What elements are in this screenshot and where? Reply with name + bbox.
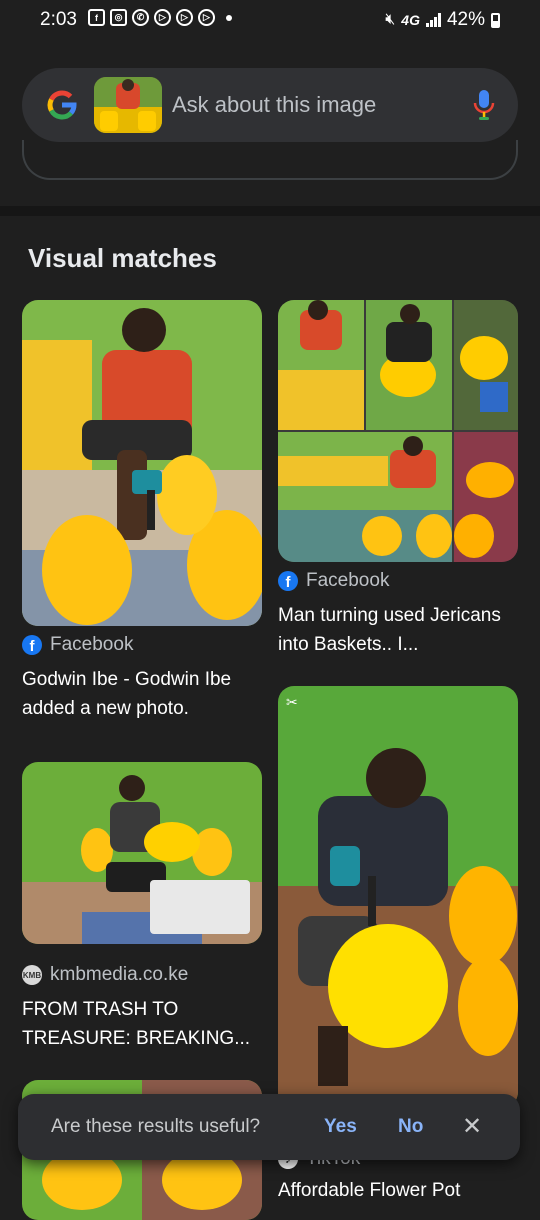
feedback-question: Are these results useful? — [51, 1116, 261, 1137]
section-title: Visual matches — [28, 243, 217, 273]
result-source-label: Facebook — [306, 570, 390, 591]
query-image-thumbnail[interactable] — [94, 77, 162, 133]
result-source-2[interactable]: f Facebook — [278, 570, 389, 592]
result-source-label: Facebook — [50, 634, 134, 655]
instagram-notification-icon: ◎ — [110, 9, 127, 26]
section-divider — [0, 206, 540, 216]
status-right: 🔇︎ 4G 42% — [385, 9, 500, 31]
result-image-2[interactable] — [278, 300, 518, 562]
battery-icon — [491, 12, 500, 28]
network-type: 4G — [401, 12, 420, 28]
play-notification-icon-3: ▷ — [198, 9, 215, 26]
result-title-2[interactable]: Man turning used Jericans into Baskets..… — [278, 601, 522, 659]
feedback-snackbar: Are these results useful? Yes No ✕ — [18, 1094, 520, 1160]
play-notification-icon-2: ▷ — [176, 9, 193, 26]
facebook-icon: f — [22, 635, 42, 655]
edit-icon: ✂ — [286, 694, 298, 710]
signal-icon — [425, 13, 441, 27]
play-notification-icon: ▷ — [154, 9, 171, 26]
notification-icons: f ◎ ✆ ▷ ▷ ▷ — [88, 9, 232, 26]
close-icon[interactable]: ✕ — [462, 1112, 482, 1141]
kmbmedia-icon: KMB — [22, 965, 42, 985]
facebook-notification-icon: f — [88, 9, 105, 26]
lens-panel-edge — [22, 140, 518, 180]
mute-icon: 🔇︎ — [385, 11, 396, 28]
result-image-3[interactable] — [22, 762, 262, 944]
search-bar[interactable]: Ask about this image — [22, 68, 518, 142]
more-notifications-dot-icon — [226, 14, 232, 21]
status-bar: 2:03 f ◎ ✆ ▷ ▷ ▷ 🔇︎ 4G 42% — [0, 0, 540, 40]
result-source-1[interactable]: f Facebook — [22, 634, 133, 656]
status-time: 2:03 — [40, 9, 77, 30]
google-logo-icon — [47, 90, 77, 120]
result-image-4[interactable]: ✂ — [278, 686, 518, 1108]
facebook-icon: f — [278, 571, 298, 591]
whatsapp-notification-icon: ✆ — [132, 9, 149, 26]
search-input[interactable]: Ask about this image — [172, 92, 376, 118]
result-source-label: kmbmedia.co.ke — [50, 964, 189, 985]
feedback-no-button[interactable]: No — [398, 1116, 423, 1138]
result-title-1[interactable]: Godwin Ibe - Godwin Ibe added a new phot… — [22, 665, 266, 725]
microphone-icon[interactable] — [472, 88, 496, 122]
battery-percent: 42% — [446, 9, 485, 30]
feedback-yes-button[interactable]: Yes — [324, 1116, 357, 1138]
result-title-3[interactable]: FROM TRASH TO TREASURE: BREAKING... — [22, 995, 266, 1053]
result-image-1[interactable] — [22, 300, 262, 626]
result-title-4[interactable]: Affordable Flower Pot — [278, 1176, 522, 1200]
result-source-3[interactable]: KMB kmbmedia.co.ke — [22, 964, 188, 986]
